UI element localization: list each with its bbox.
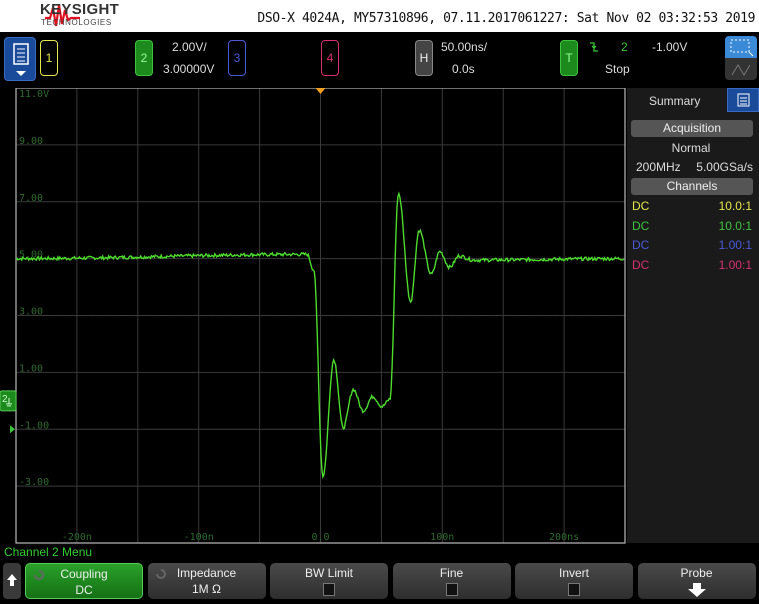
channel-coupling: DC [632,218,650,233]
checkbox [568,583,580,596]
summary-tab[interactable]: Summary [649,94,700,108]
channel-2-marker-label: 2 [2,394,8,405]
rotate-knob-icon [34,570,44,580]
zoom-select-button[interactable] [725,36,757,58]
trigger-level: -1.00V [652,40,688,54]
header: KEYSIGHT TECHNOLOGIES DSO-X 4024A, MY573… [0,0,759,32]
menu-title: Channel 2 Menu [4,545,93,559]
x-tick-label: 200ns [549,532,579,543]
arrow-down-icon [687,583,706,597]
channels-button[interactable]: Channels [631,178,753,195]
channel-4-button[interactable]: 4 [321,40,339,76]
softkey-label: Probe [680,566,713,580]
softkey-coupling[interactable]: Coupling DC [25,563,143,599]
x-tick-label: -100n [184,532,214,543]
panel-menu-button[interactable] [727,88,759,112]
top-bar: 1 2 2.00V/ 3.00000V 3 4 H 50.00ns/ 0.0s … [0,32,759,87]
y-tick-label: 7.00 [19,193,43,204]
channel-3-button[interactable]: 3 [228,40,246,76]
horizontal-scale: 50.00ns/ [441,40,488,54]
channel-summary-row: DC 10.0:1 [632,219,752,235]
trigger-label: T [565,51,573,65]
softkey-label: Fine [439,566,464,580]
softkey-fine[interactable]: Fine [392,563,511,599]
main-menu-button[interactable] [4,37,36,81]
waveform-display[interactable]: 11.0V9.007.005.003.001.00-1.00-3.00-200n… [0,88,627,544]
x-tick-label: -200n [62,532,92,543]
y-tick-label: 11.0V [19,89,49,100]
acquisition-button[interactable]: Acquisition [631,120,753,137]
horizontal-delay: 0.0s [452,62,475,76]
channel-summary-row: DC 1.00:1 [632,258,752,274]
horizontal-label: H [419,51,429,65]
softkey-impedance[interactable]: Impedance 1M Ω [147,563,266,599]
channel-probe-ratio: 10.0:1 [718,199,752,213]
trigger-position-marker[interactable] [315,88,326,94]
trigger-button[interactable]: T [560,40,578,76]
channel-coupling: DC [632,257,650,272]
x-tick-label: 100n [430,532,454,543]
channel-summary-row: DC 1.00:1 [632,238,752,254]
softkey-value: DC [75,583,93,597]
trigger-source: 2 [621,40,628,54]
run-status: Stop [605,62,630,76]
checkbox [323,583,335,596]
horizontal-button[interactable]: H [415,40,433,76]
menu-up-button[interactable] [3,563,21,599]
channel-summary-row: DC 10.0:1 [632,199,752,215]
measure-button[interactable] [725,58,757,80]
summary-panel: Summary Acquisition Normal 200MHz 5.00GS… [627,88,759,543]
trigger-level-marker[interactable] [10,425,15,434]
acquisition-mode: Normal [671,141,711,155]
softkey-bw-limit[interactable]: BW Limit [270,563,388,599]
channel-1-button[interactable]: 1 [40,40,58,76]
y-tick-label: 1.00 [19,363,43,374]
y-tick-label: 3.00 [19,307,43,318]
softkey-label: Invert [558,566,589,580]
channel-2-scale: 2.00V/ [172,40,207,54]
arrow-up-icon [7,574,17,586]
softkey-value: 1M Ω [192,582,221,596]
channel-coupling: DC [632,238,650,252]
bandwidth: 200MHz [636,160,681,174]
zoom-box-icon [730,39,754,57]
channel-probe-ratio: 1.00:1 [718,257,752,272]
menu-icon [13,43,29,76]
softkey-label: BW Limit [305,566,353,580]
y-tick-label: -3.00 [19,477,49,488]
sample-rate: 5.00GSa/s [696,160,753,174]
softkey-invert[interactable]: Invert [515,563,633,599]
device-info: DSO-X 4024A, MY57310896, 07.11.201706122… [257,11,755,26]
measure-icon [731,64,751,76]
y-tick-label: -1.00 [19,420,49,431]
channel-2-offset: 3.00000V [163,62,215,76]
menu-icon [737,93,750,107]
softkey-probe[interactable]: Probe [637,563,756,599]
channel-4-label: 4 [326,51,334,65]
brand-name: KEYSIGHT [40,1,120,18]
rotate-knob-icon [155,569,166,579]
channel-probe-ratio: 1.00:1 [718,238,752,252]
channel-probe-ratio: 10.0:1 [718,218,752,233]
checkbox [445,583,458,596]
channel-2-label: 2 [140,51,148,65]
brand-subtitle: TECHNOLOGIES [41,18,112,27]
falling-edge-icon [590,42,598,52]
x-tick-label: 0.0 [311,532,329,543]
channel-3-label: 3 [233,51,241,65]
y-tick-label: 9.00 [19,136,43,147]
channel-2-button[interactable]: 2 [135,40,153,76]
channel-1-label: 1 [45,51,53,65]
channel-coupling: DC [632,199,650,213]
